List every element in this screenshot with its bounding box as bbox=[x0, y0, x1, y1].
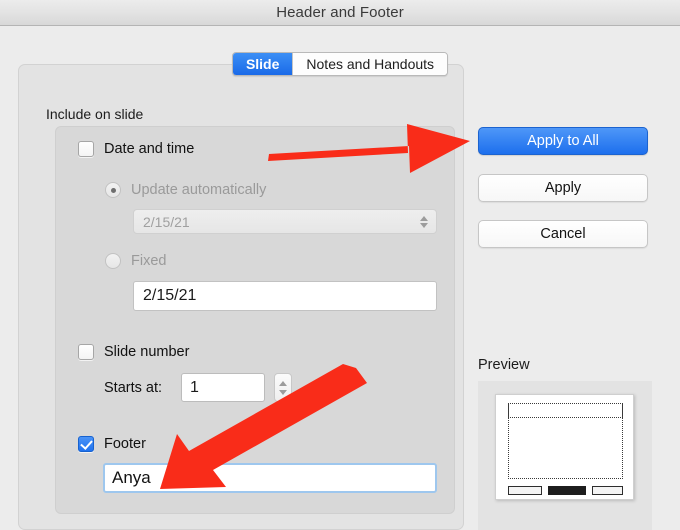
starts-at-input[interactable]: 1 bbox=[181, 373, 265, 402]
slide-number-checkbox[interactable] bbox=[78, 344, 94, 360]
starts-at-stepper[interactable] bbox=[274, 373, 292, 402]
cancel-button[interactable]: Cancel bbox=[478, 220, 648, 248]
preview-label: Preview bbox=[478, 357, 530, 373]
fixed-date-input[interactable]: 2/15/21 bbox=[133, 281, 437, 311]
starts-at-label: Starts at: bbox=[104, 380, 163, 396]
starts-at-value: 1 bbox=[190, 378, 199, 396]
preview-slide-thumbnail bbox=[495, 394, 634, 500]
preview-footer-center-bar bbox=[548, 486, 586, 495]
update-automatically-radio[interactable] bbox=[105, 182, 121, 198]
preview-area bbox=[478, 381, 652, 530]
apply-button[interactable]: Apply bbox=[478, 174, 648, 202]
fixed-radio[interactable] bbox=[105, 253, 121, 269]
date-and-time-label: Date and time bbox=[104, 141, 195, 157]
slide-number-label: Slide number bbox=[104, 344, 190, 360]
tab-notes-and-handouts[interactable]: Notes and Handouts bbox=[292, 53, 448, 75]
fixed-label: Fixed bbox=[131, 253, 167, 269]
chevron-down-icon bbox=[420, 222, 428, 228]
apply-to-all-button[interactable]: Apply to All bbox=[478, 127, 648, 155]
stepper-up-icon[interactable] bbox=[279, 380, 287, 386]
footer-text-value: Anya bbox=[112, 468, 151, 487]
date-and-time-checkbox-row[interactable]: Date and time bbox=[78, 141, 194, 157]
window-title: Header and Footer bbox=[276, 4, 404, 21]
date-and-time-checkbox[interactable] bbox=[78, 141, 94, 157]
date-format-value: 2/15/21 bbox=[143, 213, 190, 230]
tab-bar: Slide Notes and Handouts bbox=[0, 52, 680, 78]
footer-text-input[interactable]: Anya bbox=[103, 463, 437, 493]
tab-slide[interactable]: Slide bbox=[232, 53, 293, 75]
stepper-down-icon[interactable] bbox=[279, 389, 287, 395]
preview-footer-right-bar bbox=[592, 486, 623, 495]
footer-checkbox[interactable] bbox=[78, 436, 94, 452]
preview-body-placeholder bbox=[508, 403, 623, 479]
footer-label: Footer bbox=[104, 436, 146, 452]
update-automatically-label: Update automatically bbox=[131, 182, 267, 198]
include-on-slide-label: Include on slide bbox=[46, 106, 144, 122]
fixed-radio-row[interactable]: Fixed bbox=[105, 253, 166, 269]
date-format-select[interactable]: 2/15/21 bbox=[133, 209, 437, 234]
preview-footer-left-bar bbox=[508, 486, 542, 495]
fixed-date-value: 2/15/21 bbox=[143, 287, 197, 304]
footer-checkbox-row[interactable]: Footer bbox=[78, 436, 146, 452]
title-bar: Header and Footer bbox=[0, 0, 680, 26]
header-and-footer-dialog: Header and Footer Slide Notes and Handou… bbox=[0, 0, 680, 530]
slide-number-checkbox-row[interactable]: Slide number bbox=[78, 344, 189, 360]
tab-group: Slide Notes and Handouts bbox=[231, 52, 449, 76]
chevron-up-icon bbox=[420, 215, 428, 221]
update-automatically-radio-row[interactable]: Update automatically bbox=[105, 182, 266, 198]
chevron-up-down-icon[interactable] bbox=[420, 215, 428, 228]
